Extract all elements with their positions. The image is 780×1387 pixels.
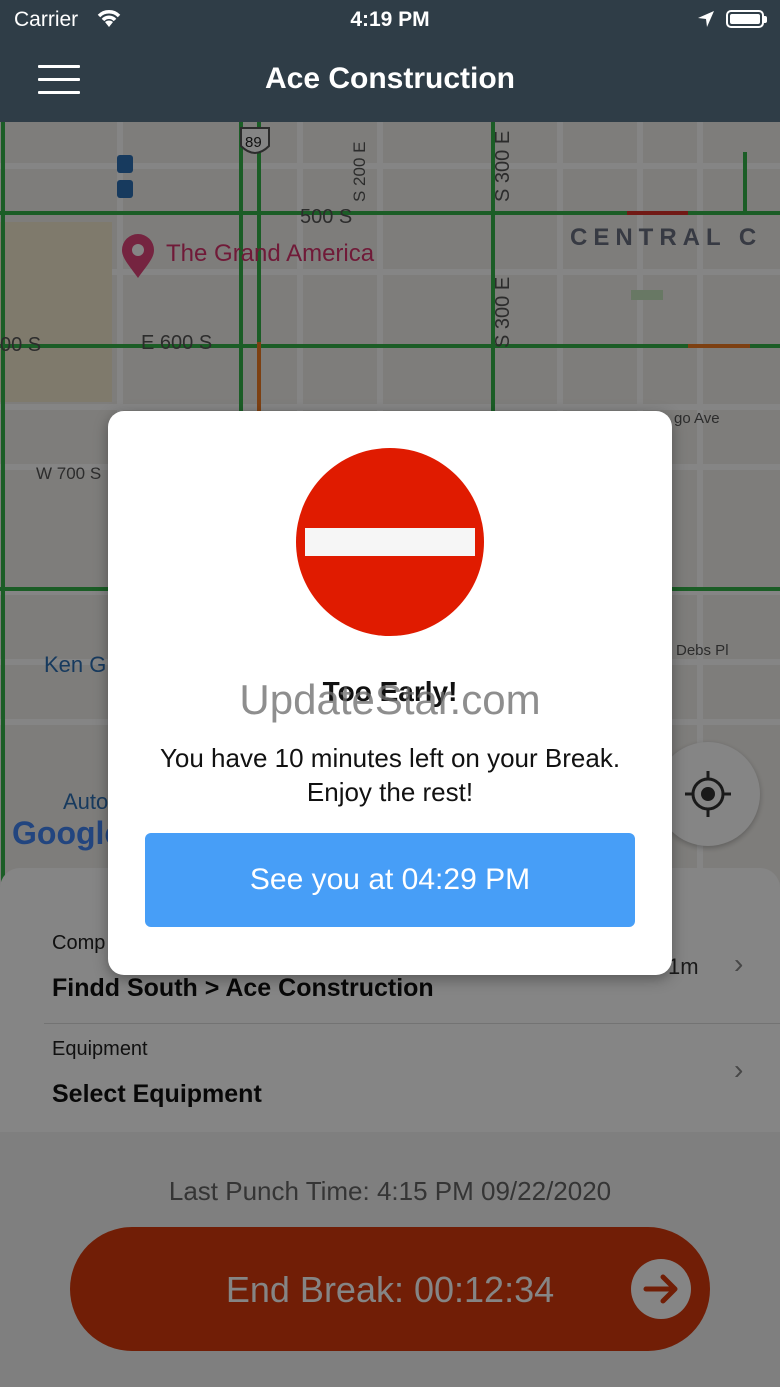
page-title: Ace Construction (264, 62, 516, 95)
dialog-message: You have 10 minutes left on your Break. … (159, 743, 621, 807)
see-you-button[interactable]: See you at 04:29 PM (145, 833, 635, 927)
no-entry-icon (296, 448, 484, 636)
status-time: 4:19 PM (350, 8, 430, 31)
nav-header: Ace Construction (0, 40, 780, 122)
location-arrow-icon (698, 11, 714, 27)
status-bar: Carrier 4:19 PM (0, 0, 780, 40)
watermark: UpdateStar.com (239, 676, 541, 723)
battery-icon (726, 10, 767, 28)
